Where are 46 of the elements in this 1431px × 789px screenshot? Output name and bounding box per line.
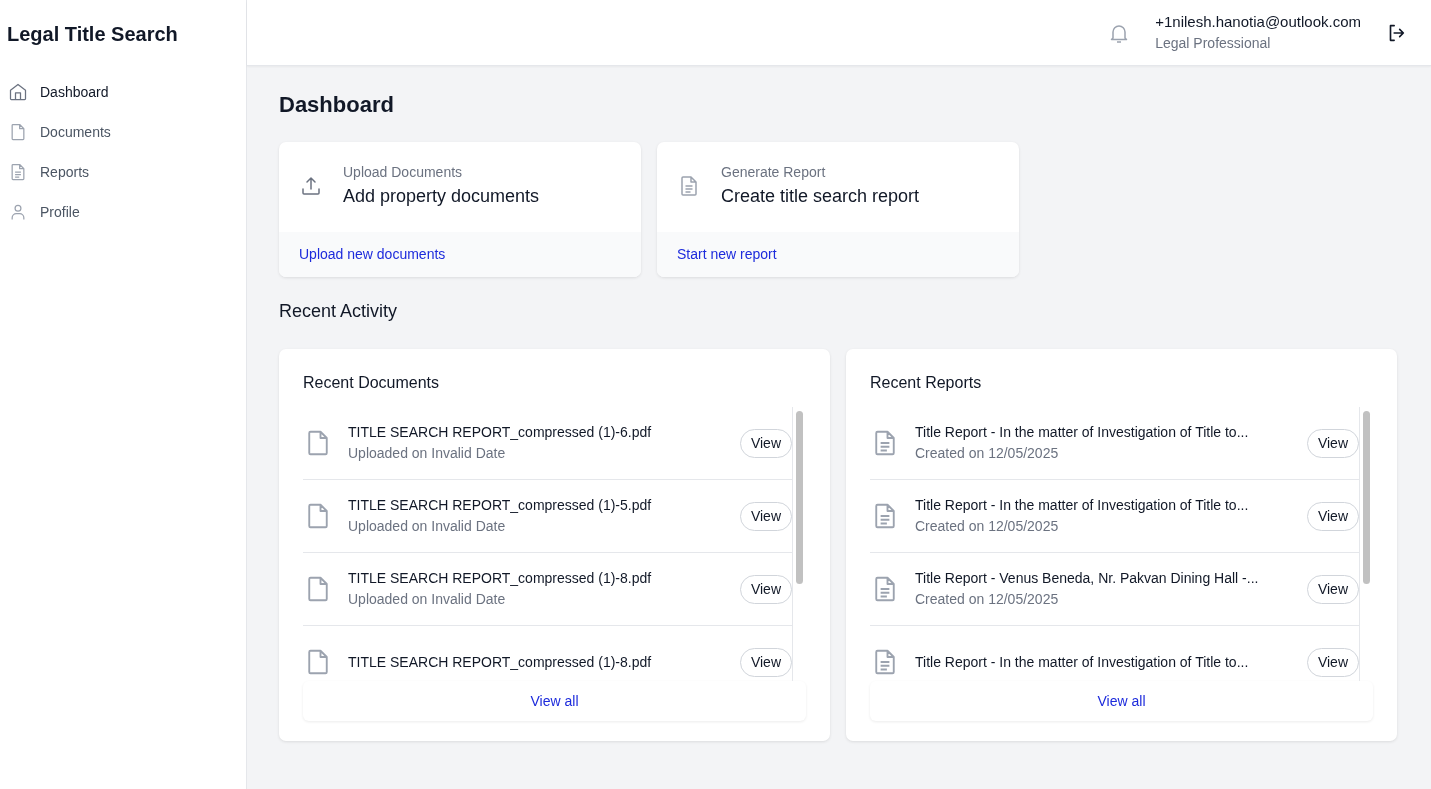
sidebar-item[interactable]: Profile <box>0 192 246 232</box>
file-name: TITLE SEARCH REPORT_compressed (1)-6.pdf <box>348 423 653 443</box>
view-button[interactable]: View <box>739 574 792 604</box>
scrollbar[interactable] <box>1359 407 1373 682</box>
scrollbar-thumb[interactable] <box>796 411 803 585</box>
action-title: Add property documents <box>343 185 540 209</box>
user-role: Legal Professional <box>1155 34 1272 54</box>
action-title: Create title search report <box>721 185 920 209</box>
view-button[interactable]: View <box>1306 574 1359 604</box>
file-date: Created on 12/05/2025 <box>915 517 1060 537</box>
user-email: +1nilesh.hanotia@outlook.com <box>1155 11 1361 32</box>
file-name: TITLE SEARCH REPORT_compressed (1)-8.pdf <box>348 569 653 589</box>
view-button[interactable]: View <box>1306 428 1359 458</box>
file-name: Title Report - In the matter of Investigation of Title to... <box>915 496 1250 516</box>
section-title: Recent Activity <box>279 301 399 323</box>
file-date: Uploaded on Invalid Date <box>348 444 507 464</box>
sidebar-item[interactable]: Reports <box>0 152 246 192</box>
home-icon <box>8 82 28 102</box>
view-button[interactable]: View <box>1306 501 1359 531</box>
view-button[interactable]: View <box>739 501 792 531</box>
view-button[interactable]: View <box>739 647 792 677</box>
file-name: TITLE SEARCH REPORT_compressed (1)-8.pdf <box>348 652 653 672</box>
action-link[interactable]: Start new report <box>677 246 777 263</box>
sidebar-item[interactable]: Documents <box>0 112 246 152</box>
view-button[interactable]: View <box>1306 647 1359 677</box>
file-date: Uploaded on Invalid Date <box>348 517 507 537</box>
action-label: Generate Report <box>721 163 827 183</box>
action-link[interactable]: Upload new documents <box>299 246 446 263</box>
file-name: Title Report - In the matter of Investigation of Title to... <box>915 652 1250 672</box>
file-date: Created on 12/05/2025 <box>915 590 1060 610</box>
action-label: Upload Documents <box>343 163 464 183</box>
scrollbar-thumb[interactable] <box>1363 411 1370 585</box>
view-all-link[interactable]: View all <box>1097 693 1146 710</box>
file-date: Uploaded on Invalid Date <box>348 590 507 610</box>
page-title: Dashboard <box>279 92 395 119</box>
file-name: Title Report - Venus Beneda, Nr. Pakvan Dining Hall -... <box>915 569 1260 589</box>
view-button[interactable]: View <box>739 428 792 458</box>
file-name: TITLE SEARCH REPORT_compressed (1)-5.pdf <box>348 496 653 516</box>
file-date: Created on 12/05/2025 <box>915 444 1060 464</box>
app-title: Legal Title Search <box>6 22 179 47</box>
file-name: Title Report - In the matter of Investigation of Title to... <box>915 423 1250 443</box>
view-all-link[interactable]: View all <box>530 693 579 710</box>
sidebar-item[interactable]: Dashboard <box>0 72 246 112</box>
panel-title: Recent Documents <box>303 373 441 393</box>
panel-title: Recent Reports <box>870 373 983 393</box>
scrollbar[interactable] <box>792 407 806 682</box>
